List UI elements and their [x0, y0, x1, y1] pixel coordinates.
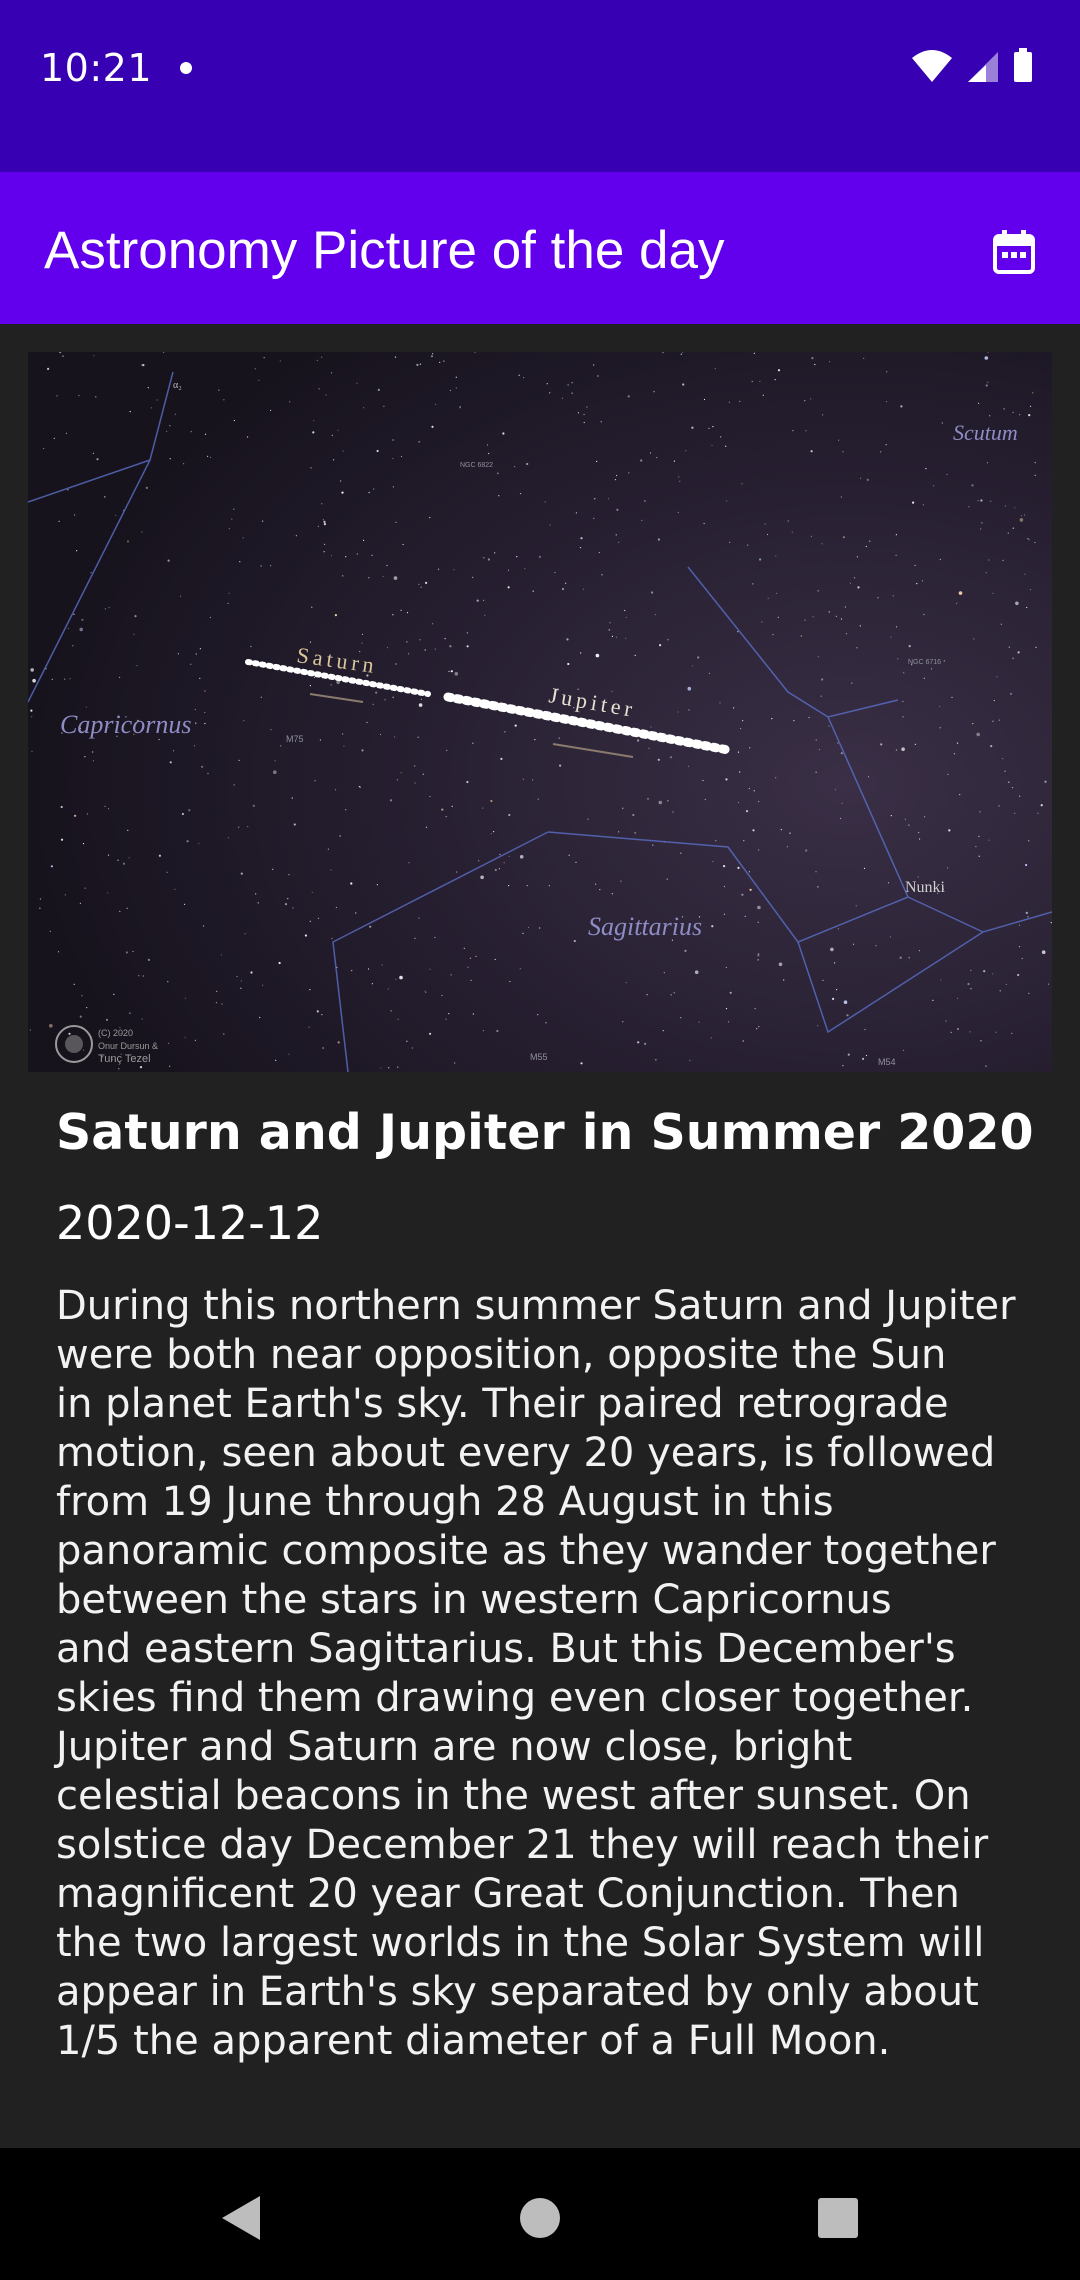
content-area: Saturn Jupiter Capricornus Sagittarius S… [0, 324, 1080, 2148]
apod-title: Saturn and Jupiter in Summer 2020 [56, 1104, 1034, 1161]
label-m55: M55 [530, 1052, 548, 1062]
navigation-bar [0, 2148, 1080, 2280]
app-title: Astronomy Picture of the day [44, 221, 725, 280]
app-bar: Astronomy Picture of the day [0, 172, 1080, 324]
back-button[interactable] [210, 2188, 270, 2248]
copyright-line-2: Onur Dursun & [98, 1041, 158, 1051]
calendar-icon [993, 230, 1035, 274]
home-button[interactable] [510, 2188, 570, 2248]
apod-image[interactable]: Saturn Jupiter Capricornus Sagittarius S… [28, 352, 1052, 1072]
label-ngc6716: NGC 6716 [908, 659, 941, 666]
battery-icon [1014, 48, 1032, 82]
status-bar: 10:21 [0, 0, 1080, 172]
label-nunki: Nunki [905, 879, 946, 896]
label-capricornus: Capricornus [60, 710, 191, 739]
label-scutum: Scutum [953, 420, 1018, 445]
status-time: 10:21 [40, 46, 153, 90]
notification-dot-icon [180, 62, 192, 74]
label-sagittarius: Sagittarius [588, 912, 702, 941]
wifi-icon [912, 50, 952, 82]
status-icons [912, 48, 1032, 82]
signal-icon [968, 52, 998, 82]
label-m75: M75 [286, 734, 304, 744]
label-m54: M54 [878, 1057, 896, 1067]
apod-explanation: During this northern summer Saturn and J… [56, 1283, 1016, 2064]
copyright-line-1: (C) 2020 [98, 1028, 133, 1038]
recents-button[interactable] [808, 2188, 868, 2248]
label-alpha: α₂ [173, 380, 182, 391]
home-icon [520, 2198, 560, 2238]
recents-icon [818, 2198, 858, 2238]
apod-date: 2020-12-12 [56, 1196, 324, 1250]
copyright-line-3: Tunç Tezel [98, 1053, 151, 1065]
back-icon [222, 2196, 260, 2240]
calendar-button[interactable] [984, 222, 1044, 282]
label-ngc6822: NGC 6822 [460, 462, 493, 469]
